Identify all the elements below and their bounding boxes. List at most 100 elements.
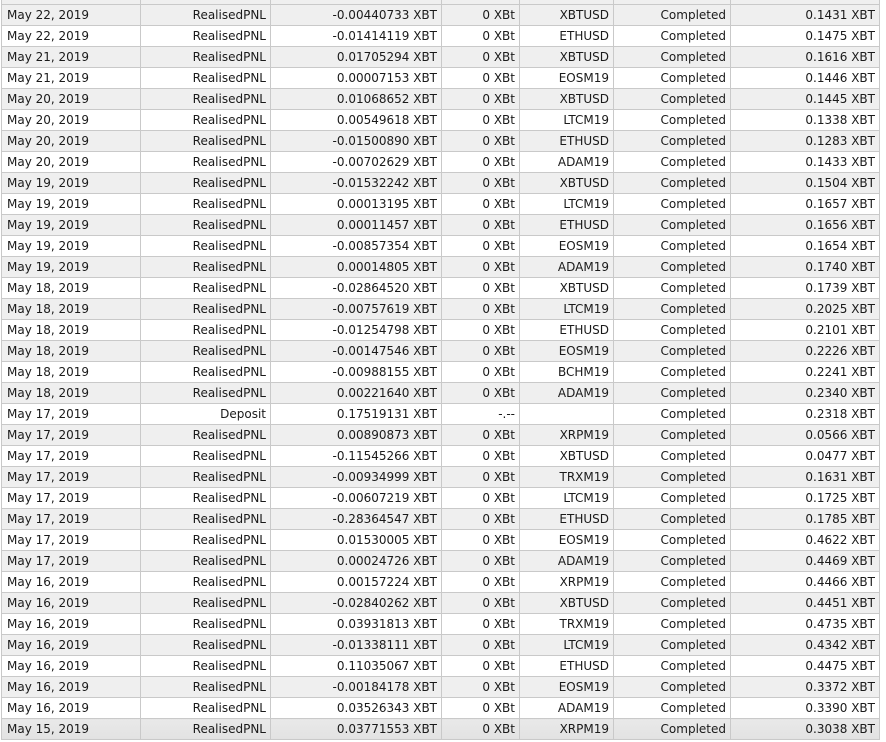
- table-row[interactable]: May 18, 2019 RealisedPNL 0.00221640 XBT 0 X…: [1, 382, 880, 404]
- table-row[interactable]: May 17, 2019 RealisedPNL -0.00934999 XBT 0 …: [1, 466, 880, 488]
- table-row[interactable]: May 18, 2019 RealisedPNL -0.00988155 XBT 0 …: [1, 361, 880, 383]
- table-row[interactable]: May 22, 2019 RealisedPNL -0.01414119 XBT 0 …: [1, 25, 880, 47]
- cell-type: RealisedPNL: [140, 67, 271, 89]
- table-row[interactable]: May 17, 2019 Deposit 0.17519131 XBT -.-- Com…: [1, 403, 880, 425]
- table-row[interactable]: May 17, 2019 RealisedPNL -0.00607219 XBT 0 …: [1, 487, 880, 509]
- table-row[interactable]: May 21, 2019 RealisedPNL 0.01705294 XBT 0 X…: [1, 46, 880, 68]
- cell-status: Completed: [613, 172, 731, 194]
- cell-fee: 0 XBt: [441, 319, 520, 341]
- cell-amount: -0.00147546 XBT: [270, 340, 442, 362]
- table-row[interactable]: May 18, 2019 RealisedPNL -0.01254798 XBT 0 …: [1, 319, 880, 341]
- table-row[interactable]: May 19, 2019 RealisedPNL 0.00013195 XBT 0 X…: [1, 193, 880, 215]
- cell-address: XBTUSD: [519, 445, 614, 467]
- cell-amount: -0.00857354 XBT: [270, 235, 442, 257]
- cell-status: Completed: [613, 109, 731, 131]
- cell-status: Completed: [613, 88, 731, 110]
- cell-amount: 0.01705294 XBT: [270, 46, 442, 68]
- cell-status: Completed: [613, 676, 731, 698]
- cell-amount: -0.28364547 XBT: [270, 508, 442, 530]
- cell-fee: 0 XBt: [441, 193, 520, 215]
- cell-date: May 18, 2019: [1, 298, 141, 320]
- cell-type: RealisedPNL: [140, 445, 271, 467]
- cell-date: May 19, 2019: [1, 172, 141, 194]
- cell-wallet-balance: 0.4475 XBT: [730, 655, 880, 677]
- cell-type: RealisedPNL: [140, 487, 271, 509]
- cell-type: RealisedPNL: [140, 4, 271, 26]
- cell-date: May 20, 2019: [1, 109, 141, 131]
- cell-date: May 22, 2019: [1, 4, 141, 26]
- table-row[interactable]: May 15, 2019 RealisedPNL 0.03771553 XBT 0 X…: [1, 718, 880, 740]
- cell-date: May 16, 2019: [1, 634, 141, 656]
- cell-type: RealisedPNL: [140, 46, 271, 68]
- table-row[interactable]: May 18, 2019 RealisedPNL -0.00147546 XBT 0 …: [1, 340, 880, 362]
- table-row[interactable]: May 16, 2019 RealisedPNL -0.02840262 XBT 0 …: [1, 592, 880, 614]
- cell-date: May 16, 2019: [1, 592, 141, 614]
- cell-date: May 20, 2019: [1, 151, 141, 173]
- table-row[interactable]: May 16, 2019 RealisedPNL 0.03931813 XBT 0 X…: [1, 613, 880, 635]
- table-row[interactable]: May 16, 2019 RealisedPNL -0.01338111 XBT 0 …: [1, 634, 880, 656]
- cell-status: Completed: [613, 46, 731, 68]
- cell-wallet-balance: 0.1446 XBT: [730, 67, 880, 89]
- table-row[interactable]: May 17, 2019 RealisedPNL 0.00890873 XBT 0 X…: [1, 424, 880, 446]
- cell-date: May 16, 2019: [1, 697, 141, 719]
- cell-type: RealisedPNL: [140, 277, 271, 299]
- cell-wallet-balance: 0.2340 XBT: [730, 382, 880, 404]
- cell-address: XBTUSD: [519, 592, 614, 614]
- table-row[interactable]: May 17, 2019 RealisedPNL 0.01530005 XBT 0 X…: [1, 529, 880, 551]
- cell-status: Completed: [613, 382, 731, 404]
- table-row[interactable]: May 16, 2019 RealisedPNL 0.00157224 XBT 0 X…: [1, 571, 880, 593]
- cell-status: Completed: [613, 487, 731, 509]
- cell-date: May 19, 2019: [1, 214, 141, 236]
- table-row[interactable]: May 20, 2019 RealisedPNL -0.00702629 XBT 0 …: [1, 151, 880, 173]
- cell-status: Completed: [613, 193, 731, 215]
- cell-amount: 0.00549618 XBT: [270, 109, 442, 131]
- table-row[interactable]: May 17, 2019 RealisedPNL -0.11545266 XBT 0 …: [1, 445, 880, 467]
- cell-type: RealisedPNL: [140, 193, 271, 215]
- cell-wallet-balance: 0.1631 XBT: [730, 466, 880, 488]
- cell-address: EOSM19: [519, 67, 614, 89]
- cell-address: LTCM19: [519, 487, 614, 509]
- cell-amount: -0.01338111 XBT: [270, 634, 442, 656]
- cell-amount: 0.03526343 XBT: [270, 697, 442, 719]
- table-row[interactable]: May 21, 2019 RealisedPNL 0.00007153 XBT 0 X…: [1, 67, 880, 89]
- table-row[interactable]: May 16, 2019 RealisedPNL 0.03526343 XBT 0 X…: [1, 697, 880, 719]
- table-row[interactable]: May 18, 2019 RealisedPNL -0.02864520 XBT 0 …: [1, 277, 880, 299]
- cell-amount: 0.17519131 XBT: [270, 403, 442, 425]
- table-row[interactable]: May 19, 2019 RealisedPNL 0.00014805 XBT 0 X…: [1, 256, 880, 278]
- table-row[interactable]: May 19, 2019 RealisedPNL -0.01532242 XBT 0 …: [1, 172, 880, 194]
- cell-date: May 15, 2019: [1, 718, 141, 740]
- cell-address: ETHUSD: [519, 25, 614, 47]
- cell-date: May 17, 2019: [1, 529, 141, 551]
- cell-fee: 0 XBt: [441, 445, 520, 467]
- cell-amount: -0.01414119 XBT: [270, 25, 442, 47]
- cell-wallet-balance: 0.1504 XBT: [730, 172, 880, 194]
- table-row[interactable]: May 18, 2019 RealisedPNL -0.00757619 XBT 0 …: [1, 298, 880, 320]
- table-row[interactable]: May 20, 2019 RealisedPNL 0.00549618 XBT 0 X…: [1, 109, 880, 131]
- table-row[interactable]: May 20, 2019 RealisedPNL -0.01500890 XBT 0 …: [1, 130, 880, 152]
- cell-type: RealisedPNL: [140, 319, 271, 341]
- cell-fee: 0 XBt: [441, 508, 520, 530]
- cell-date: May 16, 2019: [1, 676, 141, 698]
- cell-type: RealisedPNL: [140, 550, 271, 572]
- cell-address: ADAM19: [519, 550, 614, 572]
- cell-amount: 0.01068652 XBT: [270, 88, 442, 110]
- cell-address: XRPM19: [519, 424, 614, 446]
- table-row[interactable]: May 17, 2019 RealisedPNL 0.00024726 XBT 0 X…: [1, 550, 880, 572]
- table-row[interactable]: May 20, 2019 RealisedPNL 0.01068652 XBT 0 X…: [1, 88, 880, 110]
- cell-address: XRPM19: [519, 718, 614, 740]
- cell-fee: 0 XBt: [441, 613, 520, 635]
- table-row[interactable]: May 19, 2019 RealisedPNL 0.00011457 XBT 0 X…: [1, 214, 880, 236]
- table-row[interactable]: May 16, 2019 RealisedPNL 0.11035067 XBT 0 X…: [1, 655, 880, 677]
- cell-fee: 0 XBt: [441, 67, 520, 89]
- table-row[interactable]: May 19, 2019 RealisedPNL -0.00857354 XBT 0 …: [1, 235, 880, 257]
- cell-fee: 0 XBt: [441, 298, 520, 320]
- cell-fee: 0 XBt: [441, 550, 520, 572]
- cell-type: RealisedPNL: [140, 172, 271, 194]
- cell-status: Completed: [613, 214, 731, 236]
- cell-type: RealisedPNL: [140, 130, 271, 152]
- cell-wallet-balance: 0.1739 XBT: [730, 277, 880, 299]
- table-row[interactable]: May 16, 2019 RealisedPNL -0.00184178 XBT 0 …: [1, 676, 880, 698]
- table-row[interactable]: May 22, 2019 RealisedPNL -0.00440733 XBT 0 …: [1, 4, 880, 26]
- cell-wallet-balance: 0.3038 XBT: [730, 718, 880, 740]
- table-row[interactable]: May 17, 2019 RealisedPNL -0.28364547 XBT 0 …: [1, 508, 880, 530]
